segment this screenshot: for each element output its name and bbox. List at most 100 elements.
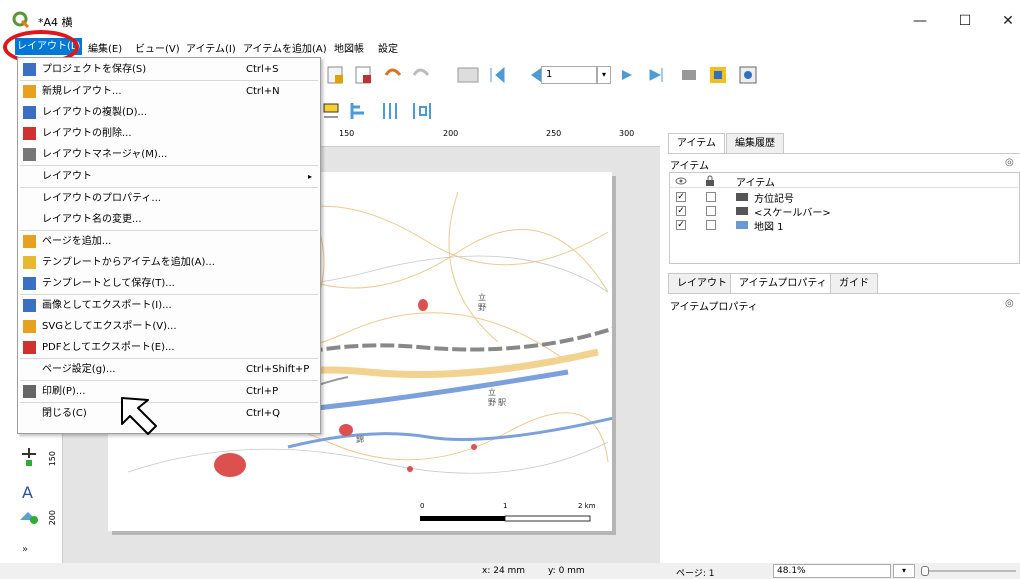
panel-close-icon[interactable]: ◎ <box>1005 298 1014 309</box>
item-lock-checkbox[interactable] <box>706 220 716 230</box>
svg-text:»: » <box>22 544 28 555</box>
layout-menu-item[interactable]: レイアウトマネージャ(M)... <box>18 144 320 165</box>
zoom-input[interactable]: 48.1% <box>773 564 891 578</box>
cursor-y-readout: y: 0 mm <box>548 566 585 576</box>
scalebar-label: 1 <box>503 502 508 510</box>
layout-menu-item[interactable]: ページ設定(g)... Ctrl+Shift+P <box>18 359 320 380</box>
menu-settings[interactable]: 設定 <box>378 40 398 55</box>
save-template-icon <box>23 277 36 290</box>
ruler-vtick: 150 <box>48 451 57 467</box>
ruler-tick: 300 <box>619 129 635 138</box>
menu-add-item[interactable]: アイテムを追加(A) <box>243 40 327 55</box>
layout-menu-item-label: レイアウト名の変更... <box>42 214 142 225</box>
title-bar: *A4 横 — ☐ ✕ <box>0 0 1020 38</box>
items-heading: アイテム <box>670 161 709 172</box>
menu-items[interactable]: アイテム(I) <box>186 40 236 55</box>
visibility-eye-icon <box>675 177 687 185</box>
layout-menu-item-label: 画像としてエクスポート(I)... <box>42 300 172 311</box>
item-visibility-checkbox[interactable]: ✓ <box>676 206 686 216</box>
layout-menu-dropdown: プロジェクトを保存(S) Ctrl+S 新規レイアウト... Ctrl+N レイアウトの… <box>17 57 321 434</box>
print-icon <box>23 385 36 398</box>
duplicate-icon <box>23 106 36 119</box>
layout-menu-item-label: テンプレートとして保存(T)... <box>42 278 175 289</box>
item-lock-checkbox[interactable] <box>706 192 716 202</box>
zoom-slider-track[interactable] <box>921 570 1016 572</box>
layout-menu-item[interactable]: SVGとしてエクスポート(V)... <box>18 316 320 337</box>
lock-icon <box>706 175 714 186</box>
map-label: 駅 <box>498 398 506 407</box>
item-name[interactable]: <スケールバー> <box>754 204 831 219</box>
save-icon <box>23 63 36 76</box>
layout-menu-item[interactable]: ページを追加... <box>18 231 320 252</box>
layout-menu-item[interactable]: 閉じる(C) Ctrl+Q <box>18 403 320 424</box>
menu-view[interactable]: ビュー(V) <box>135 40 180 55</box>
window-title: *A4 横 <box>38 16 73 29</box>
export-pdf-icon <box>23 341 36 354</box>
layout-menu-item[interactable]: レイアウトの削除... <box>18 123 320 144</box>
ruler-tick: 200 <box>443 129 459 138</box>
ruler-tick: 250 <box>546 129 562 138</box>
layout-menu-item-shortcut: Ctrl+P <box>246 386 279 397</box>
export-image-icon <box>23 299 36 312</box>
tab-undo-history[interactable]: 編集履歴 <box>726 133 784 153</box>
right-panel: アイテム 編集履歴 アイテム アイテム ✓ 方位記号 ✓ <スケールバー> ✓ 地図 1 … <box>668 128 1020 563</box>
item-lock-checkbox[interactable] <box>706 206 716 216</box>
minimize-button[interactable]: — <box>905 10 935 32</box>
maximize-button[interactable]: ☐ <box>950 10 980 32</box>
layout-menu-item-label: レイアウトのプロパティ... <box>42 193 161 204</box>
layout-menu-item[interactable]: レイアウトのプロパティ... <box>18 188 320 209</box>
layout-menu-item[interactable]: レイアウトの複製(D)... <box>18 102 320 123</box>
zoom-dropdown-chevron-icon[interactable]: ▾ <box>893 564 915 578</box>
toolbar-icons-2 <box>622 66 757 84</box>
add-page-icon <box>23 235 36 248</box>
toolbar-align <box>320 99 520 125</box>
layout-menu-item[interactable]: テンプレートからアイテムを追加(A)... <box>18 252 320 273</box>
item-type-icon <box>736 221 748 229</box>
tab-item-properties[interactable]: アイテムプロパティ <box>730 273 836 293</box>
layout-menu-item[interactable]: 新規レイアウト... Ctrl+N <box>18 81 320 102</box>
menu-atlas[interactable]: 地図帳 <box>334 40 364 55</box>
ruler-vtick: 200 <box>48 510 57 526</box>
layout-menu-item[interactable]: PDFとしてエクスポート(E)... <box>18 337 320 358</box>
map-label: 野 <box>488 398 496 407</box>
new-layout-icon <box>23 85 36 98</box>
item-name[interactable]: 方位記号 <box>754 190 794 205</box>
scalebar-label: 2 km <box>578 502 596 510</box>
close-button[interactable]: ✕ <box>993 10 1020 32</box>
menu-edit[interactable]: 編集(E) <box>88 40 122 55</box>
align-icons <box>323 103 431 119</box>
map-label: 野 <box>478 303 486 312</box>
layout-menu-item[interactable]: レイアウト ▸ <box>18 166 320 187</box>
manager-icon <box>23 148 36 161</box>
tab-guides[interactable]: ガイド <box>830 273 878 293</box>
item-visibility-checkbox[interactable]: ✓ <box>676 192 686 202</box>
page-number-input[interactable]: 1 <box>541 66 597 84</box>
tab-items[interactable]: アイテム <box>668 133 725 153</box>
scalebar-label: 0 <box>420 502 425 510</box>
cursor-x-readout: x: 24 mm <box>482 566 526 576</box>
svg-text:A: A <box>22 483 33 502</box>
page-dropdown-chevron-icon[interactable]: ▾ <box>597 66 611 84</box>
layout-menu-item[interactable]: 画像としてエクスポート(I)... <box>18 295 320 316</box>
layout-menu-item[interactable]: テンプレートとして保存(T)... <box>18 273 320 294</box>
layout-menu-item-label: ページを追加... <box>42 236 112 247</box>
folder-icon <box>23 256 36 269</box>
tab-layout[interactable]: レイアウト <box>668 273 736 293</box>
panel-close-icon[interactable]: ◎ <box>1005 157 1014 168</box>
layout-menu-item-label: レイアウト <box>42 171 92 182</box>
item-visibility-checkbox[interactable]: ✓ <box>676 220 686 230</box>
delete-icon <box>23 127 36 140</box>
layout-menu-item[interactable]: レイアウト名の変更... <box>18 209 320 230</box>
layout-menu-item-label: テンプレートからアイテムを追加(A)... <box>42 257 215 268</box>
item-type-icon <box>736 193 748 201</box>
layout-menu-item-label: SVGとしてエクスポート(V)... <box>42 321 177 332</box>
layout-menu-item-label: レイアウトの削除... <box>42 128 132 139</box>
items-list: アイテム ✓ 方位記号 ✓ <スケールバー> ✓ 地図 1 <box>669 172 1020 264</box>
zoom-slider-handle[interactable] <box>921 566 929 576</box>
layout-menu-item[interactable]: 印刷(P)... Ctrl+P <box>18 381 320 402</box>
item-name[interactable]: 地図 1 <box>754 218 784 233</box>
left-tool-icons: A » <box>20 448 38 555</box>
layout-menu-item-shortcut: Ctrl+Shift+P <box>246 364 310 375</box>
export-svg-icon <box>23 320 36 333</box>
layout-menu-item[interactable]: プロジェクトを保存(S) Ctrl+S <box>18 59 320 80</box>
